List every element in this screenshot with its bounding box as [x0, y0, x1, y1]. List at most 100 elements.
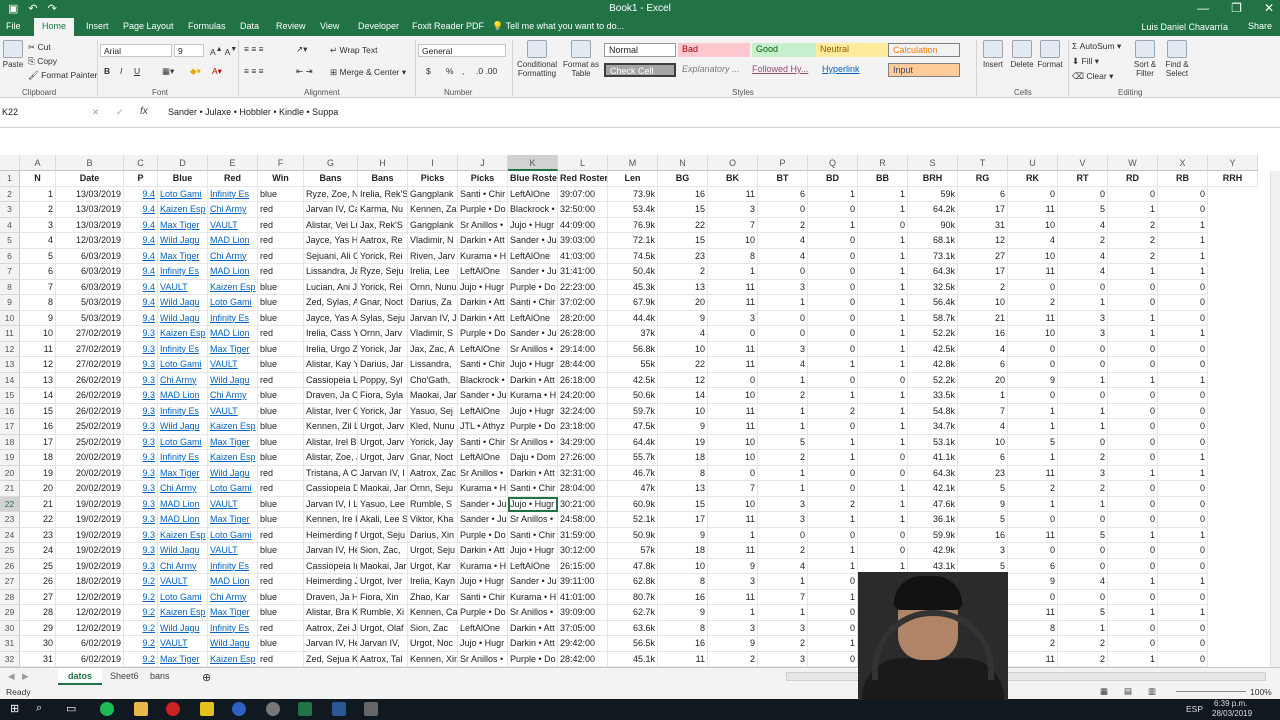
table-cell[interactable]: 0 — [1158, 202, 1208, 218]
table-cell[interactable]: 16 — [658, 636, 708, 652]
table-cell[interactable]: 0 — [808, 279, 858, 295]
table-cell[interactable]: 52.2k — [908, 326, 958, 342]
table-cell[interactable]: 4 — [958, 341, 1008, 357]
table-cell[interactable]: 0 — [1158, 419, 1208, 435]
table-cell[interactable]: 0 — [1158, 341, 1208, 357]
table-cell[interactable]: 0 — [1158, 388, 1208, 404]
table-cell[interactable]: 11 — [1008, 605, 1058, 621]
table-cell[interactable]: 9.2 — [124, 605, 158, 621]
table-cell[interactable]: Sander • Ju — [458, 388, 508, 404]
table-cell[interactable]: 42.9k — [908, 543, 958, 559]
table-cell[interactable]: 0 — [1108, 295, 1158, 311]
table-cell[interactable]: LeftAlOne — [458, 403, 508, 419]
table-cell[interactable]: red — [258, 481, 304, 497]
table-cell[interactable]: 13/03/2019 — [56, 186, 124, 202]
table-cell[interactable]: 0 — [1158, 636, 1208, 652]
table-cell[interactable]: 53.4k — [608, 202, 658, 218]
table-cell[interactable]: 8 — [20, 295, 56, 311]
table-cell[interactable]: 5 — [958, 512, 1008, 528]
table-cell[interactable]: Karma, Nu — [358, 202, 408, 218]
table-cell[interactable]: 1 — [858, 264, 908, 280]
table-cell[interactable]: 9 — [1008, 574, 1058, 590]
table-cell[interactable]: 3 — [708, 620, 758, 636]
table-cell[interactable]: 9 — [658, 419, 708, 435]
table-cell[interactable]: 4 — [758, 558, 808, 574]
style-hyperlink[interactable]: Hyperlink — [818, 63, 890, 77]
table-cell[interactable]: Chi Army — [208, 202, 258, 218]
table-cell[interactable]: 0 — [1108, 512, 1158, 528]
table-cell[interactable]: 1 — [858, 434, 908, 450]
settings-icon[interactable] — [266, 702, 280, 716]
table-cell[interactable]: 42.8k — [908, 357, 958, 373]
table-cell[interactable]: Purple • Do — [458, 202, 508, 218]
table-cell[interactable]: 9.4 — [124, 217, 158, 233]
table-cell[interactable]: 0 — [708, 326, 758, 342]
table-cell[interactable]: 0 — [1058, 279, 1108, 295]
table-cell[interactable]: Darkin • Att — [458, 310, 508, 326]
table-cell[interactable]: 0 — [1008, 341, 1058, 357]
excel-taskbar-icon[interactable] — [298, 702, 312, 716]
table-cell[interactable]: Riven, Jarv — [408, 248, 458, 264]
active-cell[interactable]: Jujo • Hugr — [508, 496, 558, 512]
minimize-button[interactable]: — — [1197, 1, 1209, 15]
column-title[interactable]: RK — [1008, 171, 1058, 187]
table-cell[interactable]: 11 — [1008, 310, 1058, 326]
table-cell[interactable]: 0 — [1158, 651, 1208, 667]
prev-sheet-icon[interactable]: ◀ — [8, 671, 15, 682]
table-cell[interactable]: 1 — [1058, 496, 1108, 512]
table-cell[interactable]: 0 — [1058, 558, 1108, 574]
table-cell[interactable]: Aatrox, Tal — [358, 651, 408, 667]
table-cell[interactable]: 11 — [1008, 465, 1058, 481]
table-cell[interactable]: Wild Jagu — [158, 295, 208, 311]
pen-taskbar-icon[interactable] — [364, 702, 378, 716]
table-cell[interactable]: Max Tiger — [158, 217, 208, 233]
table-cell[interactable]: 0 — [1008, 186, 1058, 202]
conditional-formatting-button[interactable]: Conditional Formatting — [514, 40, 560, 78]
table-cell[interactable]: 3 — [758, 496, 808, 512]
table-cell[interactable]: Darkin • Att — [508, 620, 558, 636]
table-cell[interactable]: Daju • Dom — [508, 450, 558, 466]
sort-filter-button[interactable]: Sort & Filter — [1130, 40, 1160, 78]
table-cell[interactable]: 21 — [958, 310, 1008, 326]
table-cell[interactable]: 0 — [1008, 589, 1058, 605]
table-cell[interactable]: Sejuani, Ali Cassiopeia — [304, 248, 358, 264]
table-cell[interactable]: 31:59:00 — [558, 527, 608, 543]
table-cell[interactable]: 34:29:00 — [558, 434, 608, 450]
column-title[interactable]: RD — [1108, 171, 1158, 187]
table-cell[interactable]: 1 — [858, 341, 908, 357]
table-cell[interactable]: 1 — [858, 512, 908, 528]
table-cell[interactable]: 6 — [1008, 558, 1058, 574]
table-cell[interactable]: 0 — [1058, 543, 1108, 559]
indent-icons[interactable]: ⇤ ⇥ — [296, 66, 313, 77]
number-format-select[interactable]: General — [418, 44, 506, 57]
table-cell[interactable]: 0 — [758, 310, 808, 326]
table-cell[interactable]: Maokai, Jar — [358, 558, 408, 574]
table-cell[interactable]: 11 — [1008, 527, 1058, 543]
table-cell[interactable]: 11 — [1008, 264, 1058, 280]
table-cell[interactable]: 0 — [808, 295, 858, 311]
table-cell[interactable]: 0 — [758, 202, 808, 218]
row-header[interactable]: 1 — [0, 171, 20, 187]
column-header-f[interactable]: F — [258, 155, 304, 171]
table-cell[interactable]: 16 — [958, 326, 1008, 342]
table-cell[interactable]: 0 — [808, 248, 858, 264]
zoom-slider[interactable] — [1176, 691, 1246, 692]
table-cell[interactable]: 31 — [958, 217, 1008, 233]
table-cell[interactable]: 1 — [1108, 310, 1158, 326]
table-cell[interactable]: 1 — [858, 295, 908, 311]
table-cell[interactable]: 6/02/2019 — [56, 636, 124, 652]
task-view-icon[interactable]: ▭ — [66, 702, 76, 715]
table-cell[interactable]: 21 — [20, 496, 56, 512]
table-cell[interactable]: 1 — [1158, 465, 1208, 481]
table-cell[interactable]: Chi Army — [208, 589, 258, 605]
table-cell[interactable]: 17 — [20, 434, 56, 450]
table-cell[interactable]: Sander • Ju — [508, 233, 558, 249]
table-cell[interactable]: VAULT — [208, 403, 258, 419]
table-cell[interactable]: 23 — [958, 465, 1008, 481]
table-cell[interactable]: Jujo • Hugr — [458, 636, 508, 652]
table-cell[interactable]: Loto Gami — [208, 295, 258, 311]
table-cell[interactable]: 0 — [1158, 434, 1208, 450]
table-cell[interactable]: 10 — [958, 295, 1008, 311]
table-cell[interactable]: 9.4 — [124, 279, 158, 295]
table-cell[interactable]: 1 — [808, 217, 858, 233]
